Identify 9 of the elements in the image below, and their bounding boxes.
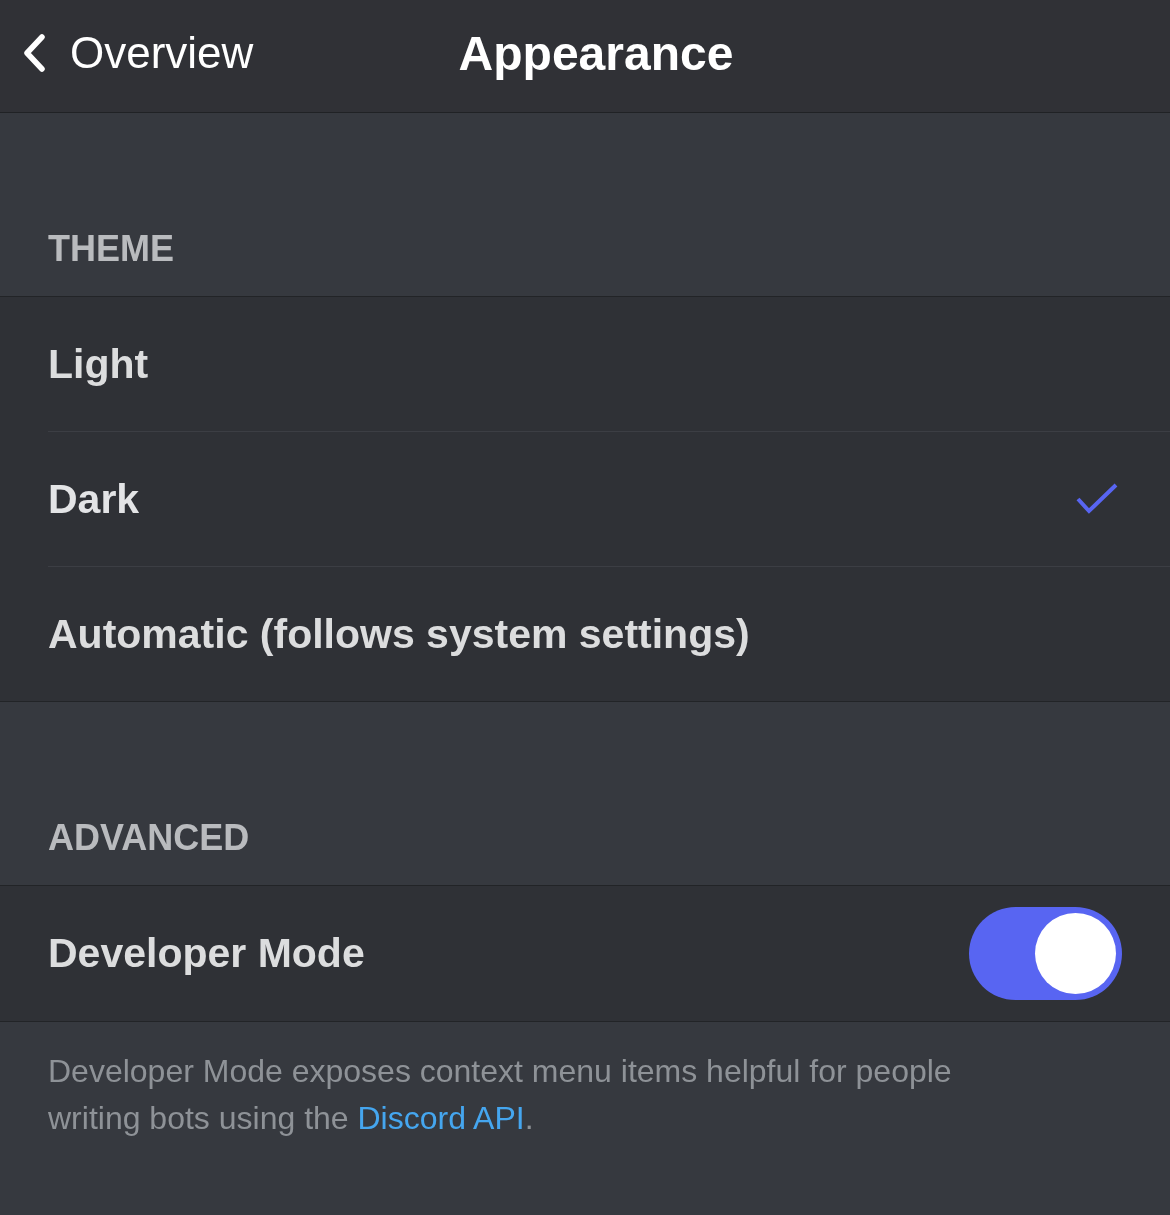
description-text: Developer Mode exposes context menu items helpful for people writing bots using the Discord API. <box>47 1052 953 1138</box>
section-title: THEME <box>48 226 174 270</box>
setting-label: Developer Mode <box>48 930 365 977</box>
back-button[interactable]: Overview <box>22 28 254 78</box>
section-title: ADVANCED <box>48 815 250 859</box>
discord-api-link[interactable]: Discord API <box>357 1100 525 1136</box>
check-icon <box>1076 483 1118 515</box>
chevron-left-icon <box>22 34 46 72</box>
page-title: Appearance <box>458 25 734 81</box>
